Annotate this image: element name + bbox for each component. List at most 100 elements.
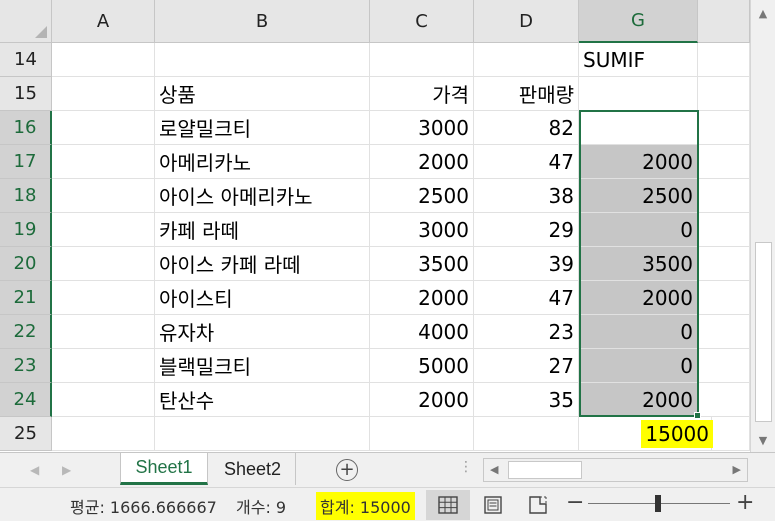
cell-g21[interactable]: 2000 [579,281,698,315]
tab-sheet1[interactable]: Sheet1 [120,453,208,485]
grid-icon[interactable] [426,490,470,520]
cell-b19[interactable]: 카페 라떼 [155,213,370,247]
tab-splitter-handle[interactable]: ⋮ [459,459,473,475]
cell-g19[interactable]: 0 [579,213,698,247]
horizontal-scroll-thumb[interactable] [508,461,582,479]
row-header-21[interactable]: 21 [0,281,52,315]
cell-h14[interactable] [698,43,750,77]
cell-c15[interactable]: 가격 [370,77,474,111]
cell-d17[interactable]: 47 [474,145,579,179]
row-header-14[interactable]: 14 [0,43,52,77]
cell-a20[interactable] [52,247,155,281]
row-header-17[interactable]: 17 [0,145,52,179]
cell-b15[interactable]: 상품 [155,77,370,111]
cell-h23[interactable] [698,349,750,383]
cell-h15[interactable] [698,77,750,111]
cell-b24[interactable]: 탄산수 [155,383,370,417]
zoom-slider-thumb[interactable] [655,495,661,512]
column-header-h[interactable] [698,0,750,43]
cell-g17[interactable]: 2000 [579,145,698,179]
scroll-down-icon[interactable]: ▼ [752,430,774,450]
column-header-c[interactable]: C [370,0,474,43]
row-header-20[interactable]: 20 [0,247,52,281]
cell-b20[interactable]: 아이스 카페 라떼 [155,247,370,281]
cell-c16[interactable]: 3000 [370,111,474,145]
cell-h22[interactable] [698,315,750,349]
cell-d24[interactable]: 35 [474,383,579,417]
column-header-b[interactable]: B [155,0,370,43]
cell-c23[interactable]: 5000 [370,349,474,383]
cell-a14[interactable] [52,43,155,77]
prev-sheet-icon[interactable]: ◀ [30,463,39,477]
select-all-corner[interactable] [0,0,52,43]
cell-a16[interactable] [52,111,155,145]
cell-a15[interactable] [52,77,155,111]
cell-h16[interactable] [698,111,750,145]
cell-b21[interactable]: 아이스티 [155,281,370,315]
cell-g14[interactable]: SUMIF [579,43,698,77]
cell-c24[interactable]: 2000 [370,383,474,417]
cell-d16[interactable]: 82 [474,111,579,145]
row-header-18[interactable]: 18 [0,179,52,213]
cell-g22[interactable]: 0 [579,315,698,349]
cell-h25[interactable] [698,417,750,451]
cell-d20[interactable]: 39 [474,247,579,281]
worksheet-grid[interactable]: ABCDG 14 SUMIF 15 상품 가격 판매량 16 로얄밀크티 3000 82 3000 1… [0,0,750,452]
row-header-24[interactable]: 24 [0,383,52,417]
cell-g23[interactable]: 0 [579,349,698,383]
cell-c20[interactable]: 3500 [370,247,474,281]
cell-a24[interactable] [52,383,155,417]
cell-g16[interactable]: 3000 [579,111,698,145]
cell-h24[interactable] [698,383,750,417]
row-header-16[interactable]: 16 [0,111,52,145]
horizontal-scrollbar[interactable]: ◀ ▶ [483,458,748,482]
cell-d14[interactable] [474,43,579,77]
cell-b18[interactable]: 아이스 아메리카노 [155,179,370,213]
cell-c21[interactable]: 2000 [370,281,474,315]
cell-a17[interactable] [52,145,155,179]
cell-g24[interactable]: 2000 [579,383,698,417]
cell-c14[interactable] [370,43,474,77]
cell-d25[interactable] [474,417,579,451]
cell-d21[interactable]: 47 [474,281,579,315]
page-layout-icon[interactable] [471,490,515,520]
cell-a18[interactable] [52,179,155,213]
column-header-g[interactable]: G [579,0,698,43]
row-header-19[interactable]: 19 [0,213,52,247]
zoom-out-icon[interactable]: − [566,490,584,515]
cell-d19[interactable]: 29 [474,213,579,247]
cell-h21[interactable] [698,281,750,315]
cell-b25[interactable] [155,417,370,451]
row-header-23[interactable]: 23 [0,349,52,383]
cell-a23[interactable] [52,349,155,383]
cell-a21[interactable] [52,281,155,315]
fill-handle[interactable] [694,412,701,419]
cell-c25[interactable] [370,417,474,451]
column-header-d[interactable]: D [474,0,579,43]
row-header-25[interactable]: 25 [0,417,52,451]
cell-g20[interactable]: 3500 [579,247,698,281]
plus-circle-icon[interactable]: + [336,459,358,481]
cell-h17[interactable] [698,145,750,179]
cell-b16[interactable]: 로얄밀크티 [155,111,370,145]
cell-c19[interactable]: 3000 [370,213,474,247]
cell-h20[interactable] [698,247,750,281]
vertical-scroll-thumb[interactable] [755,242,772,422]
cell-d22[interactable]: 23 [474,315,579,349]
zoom-in-icon[interactable]: + [736,490,754,515]
tab-sheet2[interactable]: Sheet2 [210,453,296,485]
cell-g15[interactable] [579,77,698,111]
cell-c22[interactable]: 4000 [370,315,474,349]
scroll-left-icon[interactable]: ◀ [490,463,498,476]
scroll-up-icon[interactable]: ▲ [752,3,774,23]
page-break-icon[interactable] [516,490,560,520]
cell-a19[interactable] [52,213,155,247]
cell-c17[interactable]: 2000 [370,145,474,179]
cell-b22[interactable]: 유자차 [155,315,370,349]
cell-d23[interactable]: 27 [474,349,579,383]
cell-a22[interactable] [52,315,155,349]
next-sheet-icon[interactable]: ▶ [62,463,71,477]
cell-c18[interactable]: 2500 [370,179,474,213]
row-header-22[interactable]: 22 [0,315,52,349]
cell-a25[interactable] [52,417,155,451]
